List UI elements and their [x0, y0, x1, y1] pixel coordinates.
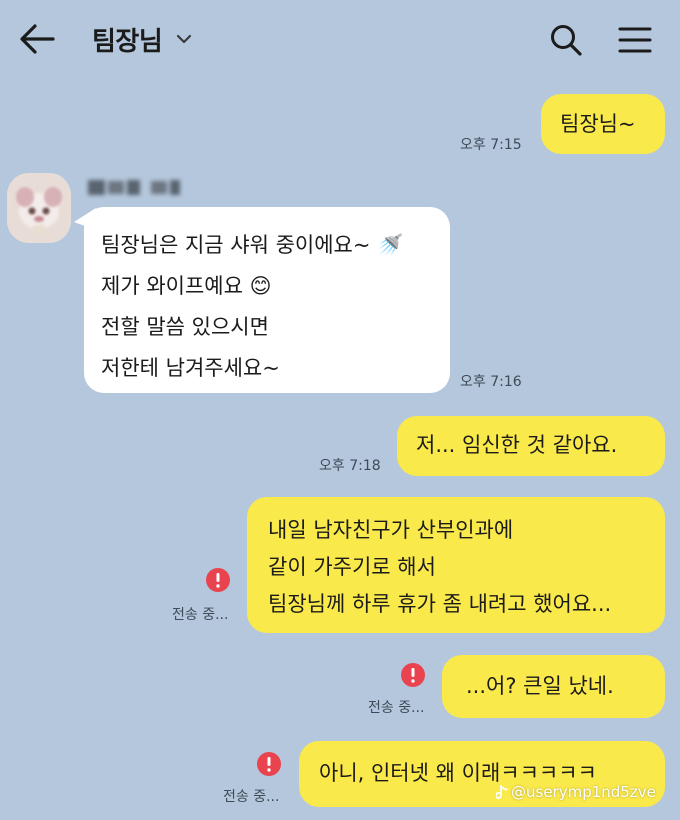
- message-text: 같이 가주기로 해서: [268, 555, 436, 579]
- message-text: 제가 와이프예요 😊: [101, 274, 272, 298]
- sender-name-redacted: [88, 176, 181, 198]
- search-icon: [551, 25, 582, 56]
- search-button[interactable]: [545, 20, 587, 60]
- sending-status: 전송 중...: [368, 700, 425, 716]
- chevron-down-icon: [177, 34, 192, 44]
- message-text: 내일 남자친구가 산부인과에: [268, 518, 514, 542]
- menu-icon: [618, 27, 652, 53]
- message-bubble-outgoing[interactable]: 팀장님~: [541, 94, 665, 154]
- error-icon[interactable]: [257, 752, 281, 776]
- avatar[interactable]: [7, 173, 71, 243]
- arrow-left-icon: [20, 24, 55, 54]
- message-bubble-outgoing[interactable]: 내일 남자친구가 산부인과에 같이 가주기로 해서 팀장님께 하루 휴가 좀 내…: [247, 497, 665, 633]
- message-bubble-incoming[interactable]: 팀장님은 지금 샤워 중이에요~ 🚿 제가 와이프예요 😊 전할 말씀 있으시면…: [84, 207, 450, 393]
- message-text: 저한테 남겨주세요~: [101, 356, 280, 380]
- back-button[interactable]: [14, 18, 60, 60]
- chat-title: 팀장님: [92, 26, 163, 57]
- message-time: 오후 7:15: [460, 137, 522, 153]
- message-text: 팀장님은 지금 샤워 중이에요~ 🚿: [101, 233, 404, 257]
- chat-title-dropdown[interactable]: 팀장님: [92, 18, 192, 60]
- message-text: 팀장님~: [560, 112, 636, 136]
- message-text: 전할 말씀 있으시면: [101, 315, 269, 339]
- error-icon[interactable]: [401, 663, 425, 687]
- message-bubble-outgoing[interactable]: ...어? 큰일 났네.: [442, 655, 665, 718]
- message-time: 오후 7:16: [460, 374, 522, 390]
- menu-button[interactable]: [613, 20, 657, 60]
- error-icon[interactable]: [206, 568, 230, 592]
- sending-status: 전송 중...: [223, 789, 280, 805]
- watermark-text: @userymp1nd5zve: [511, 783, 656, 801]
- music-note-icon: [496, 784, 508, 799]
- message-bubble-outgoing[interactable]: 저... 임신한 것 같아요.: [397, 416, 665, 476]
- message-time: 오후 7:18: [319, 458, 381, 474]
- message-text: ...어? 큰일 났네.: [466, 674, 614, 698]
- chat-header: 팀장님: [0, 0, 680, 78]
- sending-status: 전송 중...: [172, 607, 229, 623]
- watermark: @userymp1nd5zve: [496, 783, 656, 801]
- message-text: 저... 임신한 것 같아요.: [416, 433, 618, 457]
- message-text: 팀장님께 하루 휴가 좀 내려고 했어요...: [268, 592, 612, 616]
